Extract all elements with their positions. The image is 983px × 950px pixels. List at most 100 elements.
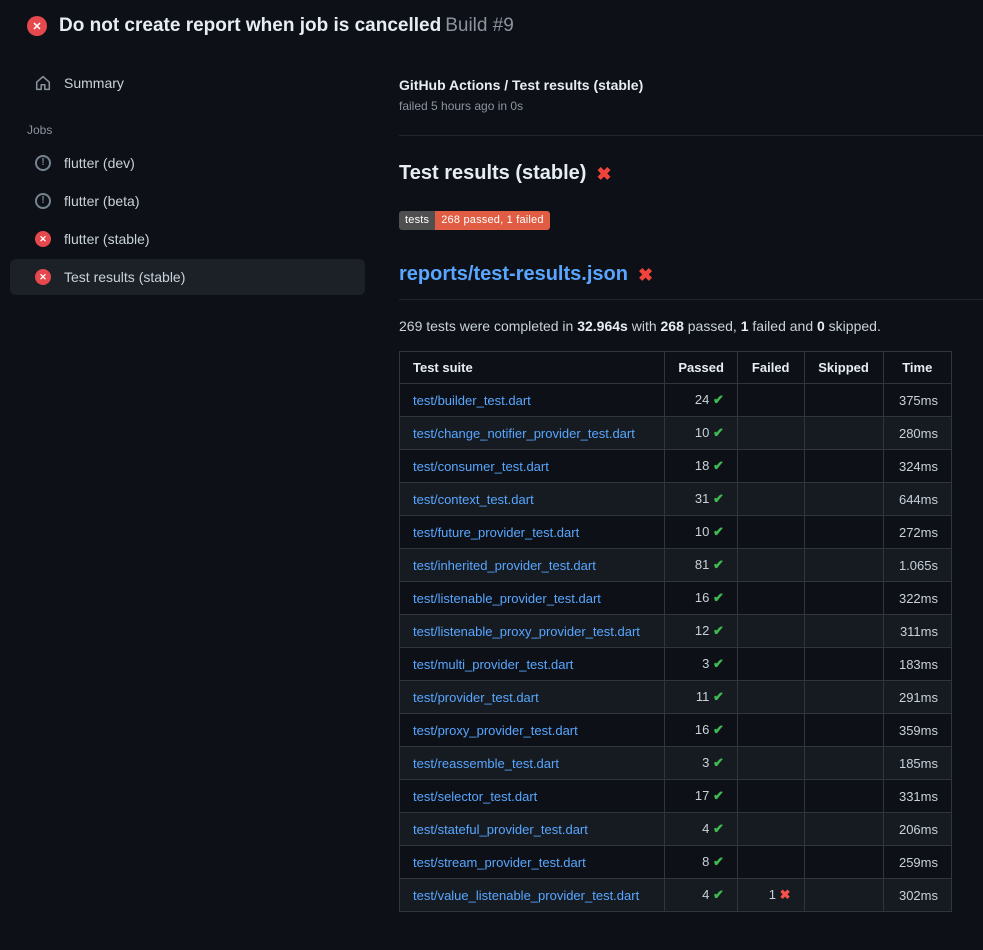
table-row: test/selector_test.dart17 ✔331ms <box>400 780 952 813</box>
table-row: test/value_listenable_provider_test.dart… <box>400 879 952 912</box>
check-icon: ✔ <box>713 491 724 506</box>
suite-cell: test/consumer_test.dart <box>400 450 665 483</box>
check-run-title: Do not create report when job is cancell… <box>59 15 441 36</box>
jobs-list: !flutter (dev)!flutter (beta)✕flutter (s… <box>0 145 375 295</box>
test-suite-link[interactable]: test/change_notifier_provider_test.dart <box>413 426 635 441</box>
skipped-cell <box>804 747 883 780</box>
skipped-cell <box>804 846 883 879</box>
passed-cell: 18 ✔ <box>665 450 738 483</box>
results-table: Test suite Passed Failed Skipped Time te… <box>399 351 952 912</box>
breadcrumb: GitHub Actions / Test results (stable) <box>399 77 983 93</box>
passed-cell: 16 ✔ <box>665 714 738 747</box>
check-icon: ✔ <box>713 623 724 638</box>
table-row: test/change_notifier_provider_test.dart1… <box>400 417 952 450</box>
summary-text: skipped. <box>825 318 881 334</box>
test-suite-link[interactable]: test/selector_test.dart <box>413 789 537 804</box>
time-cell: 644ms <box>883 483 951 516</box>
time-cell: 375ms <box>883 384 951 417</box>
skipped-cell <box>804 681 883 714</box>
test-suite-link[interactable]: test/listenable_proxy_provider_test.dart <box>413 624 640 639</box>
passed-cell: 3 ✔ <box>665 747 738 780</box>
suite-cell: test/proxy_provider_test.dart <box>400 714 665 747</box>
skipped-cell <box>804 714 883 747</box>
job-label: flutter (beta) <box>64 193 139 209</box>
table-row: test/stream_provider_test.dart 8 ✔ 259ms <box>400 846 952 879</box>
sidebar-job-item[interactable]: ✕flutter (stable) <box>10 221 365 257</box>
test-suite-link[interactable]: test/proxy_provider_test.dart <box>413 723 578 738</box>
table-header-row: Test suite Passed Failed Skipped Time <box>400 352 952 384</box>
passed-cell: 8 ✔ <box>665 846 738 879</box>
passed-cell: 4 ✔ <box>665 879 738 912</box>
test-suite-link[interactable]: test/multi_provider_test.dart <box>413 657 573 672</box>
col-header-passed: Passed <box>665 352 738 384</box>
test-suite-link[interactable]: test/reassemble_test.dart <box>413 756 559 771</box>
skipped-cell <box>804 384 883 417</box>
table-row: test/listenable_provider_test.dart16 ✔32… <box>400 582 952 615</box>
sidebar-item-summary[interactable]: Summary <box>10 65 365 101</box>
sidebar-job-item[interactable]: !flutter (beta) <box>10 183 365 219</box>
suite-cell: test/stateful_provider_test.dart <box>400 813 665 846</box>
test-suite-link[interactable]: test/builder_test.dart <box>413 393 531 408</box>
suite-cell: test/reassemble_test.dart <box>400 747 665 780</box>
table-row: test/proxy_provider_test.dart16 ✔359ms <box>400 714 952 747</box>
failed-cell <box>737 714 804 747</box>
summary-passed-count: 268 <box>661 318 684 334</box>
layout: Summary Jobs !flutter (dev)!flutter (bet… <box>0 47 983 912</box>
page-header: ✕ Do not create report when job is cance… <box>0 0 983 47</box>
test-suite-link[interactable]: test/inherited_provider_test.dart <box>413 558 596 573</box>
header-divider <box>399 135 983 136</box>
time-cell: 272ms <box>883 516 951 549</box>
failed-x-icon: ✖ <box>638 266 653 284</box>
summary-text: with <box>628 318 661 334</box>
sidebar-job-item[interactable]: !flutter (dev) <box>10 145 365 181</box>
main-content: GitHub Actions / Test results (stable) f… <box>375 47 983 912</box>
skipped-cell <box>804 417 883 450</box>
table-row: test/listenable_proxy_provider_test.dart… <box>400 615 952 648</box>
test-suite-link[interactable]: test/listenable_provider_test.dart <box>413 591 601 606</box>
skipped-cell <box>804 549 883 582</box>
failed-cell <box>737 516 804 549</box>
report-link[interactable]: reports/test-results.json <box>399 263 628 286</box>
check-icon: ✔ <box>713 557 724 572</box>
test-suite-link[interactable]: test/future_provider_test.dart <box>413 525 579 540</box>
summary-skipped-count: 0 <box>817 318 825 334</box>
passed-cell: 12 ✔ <box>665 615 738 648</box>
passed-cell: 10 ✔ <box>665 516 738 549</box>
failed-circle-icon: ✕ <box>35 231 51 247</box>
summary-text: passed, <box>684 318 741 334</box>
table-row: test/reassemble_test.dart3 ✔185ms <box>400 747 952 780</box>
sidebar: Summary Jobs !flutter (dev)!flutter (bet… <box>0 47 375 297</box>
check-icon: ✔ <box>713 755 724 770</box>
suite-cell: test/change_notifier_provider_test.dart <box>400 417 665 450</box>
skipped-cell <box>804 780 883 813</box>
failed-x-icon: ✖ <box>596 165 611 183</box>
test-suite-link[interactable]: test/value_listenable_provider_test.dart <box>413 888 639 903</box>
attention-circle-icon: ! <box>35 155 51 171</box>
skipped-cell <box>804 615 883 648</box>
table-row: test/provider_test.dart11 ✔291ms <box>400 681 952 714</box>
test-suite-link[interactable]: test/consumer_test.dart <box>413 459 549 474</box>
passed-cell: 31 ✔ <box>665 483 738 516</box>
failed-cell <box>737 483 804 516</box>
check-icon: ✔ <box>713 392 724 407</box>
skipped-cell <box>804 582 883 615</box>
test-suite-link[interactable]: test/provider_test.dart <box>413 690 539 705</box>
check-icon: ✔ <box>713 854 724 869</box>
summary-text: failed and <box>749 318 818 334</box>
failed-cell <box>737 384 804 417</box>
sidebar-job-item[interactable]: ✕Test results (stable) <box>10 259 365 295</box>
jobs-heading: Jobs <box>27 123 375 137</box>
results-table-body: test/builder_test.dart24 ✔375mstest/chan… <box>400 384 952 912</box>
passed-cell: 3 ✔ <box>665 648 738 681</box>
time-cell: 183ms <box>883 648 951 681</box>
time-cell: 259ms <box>883 846 951 879</box>
suite-cell: test/selector_test.dart <box>400 780 665 813</box>
time-cell: 302ms <box>883 879 951 912</box>
test-suite-link[interactable]: test/stateful_provider_test.dart <box>413 822 588 837</box>
suite-cell: test/provider_test.dart <box>400 681 665 714</box>
test-suite-link[interactable]: test/stream_provider_test.dart <box>413 855 586 870</box>
tests-badge: tests 268 passed, 1 failed <box>399 211 550 230</box>
section-title: Test results (stable) ✖ <box>399 162 983 185</box>
check-icon: ✔ <box>713 689 724 704</box>
test-suite-link[interactable]: test/context_test.dart <box>413 492 534 507</box>
